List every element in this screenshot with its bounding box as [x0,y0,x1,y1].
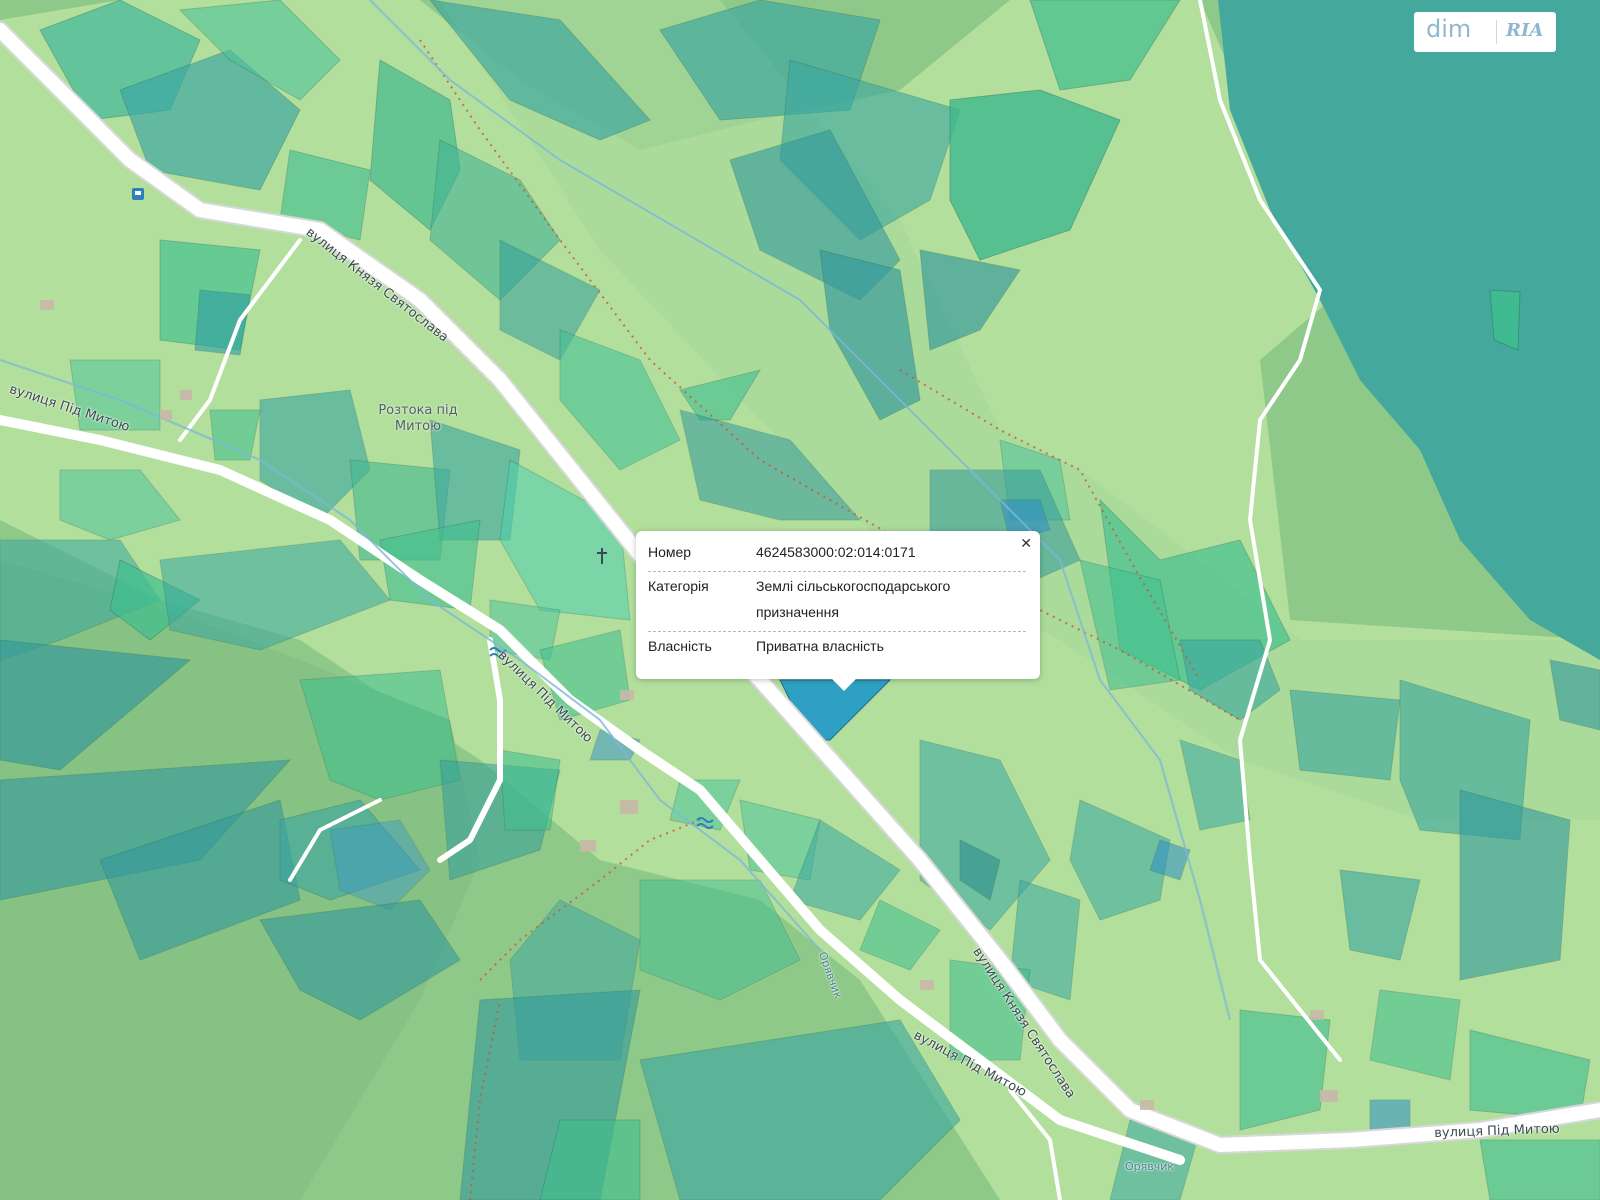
popup-divider [648,631,1026,632]
logo-dim: dim [1426,15,1472,43]
popup-key: Категорія [648,578,709,594]
logo-ria: RIA [1506,20,1544,41]
place-label: Розтока під Митою [368,403,468,435]
close-icon[interactable]: ✕ [1020,535,1032,552]
parcel-info-popup: ✕ Номер 4624583000:02:014:0171 Категорія… [636,531,1040,691]
popup-key: Власність [648,638,712,654]
popup-key: Номер [648,544,692,560]
land-category-cont: призначення [756,604,839,620]
place-name: Розтока під Митою [378,403,458,434]
water-label: Орявчик [1125,1160,1175,1173]
dim-ria-logo[interactable]: dim RIA [1414,12,1556,52]
logo-divider [1496,20,1497,44]
ownership-type: Приватна власність [756,638,884,654]
cadastral-number: 4624583000:02:014:0171 [756,544,916,560]
popup-divider [648,571,1026,572]
land-category: Землі сільськогосподарського [756,578,951,594]
bus-stop-icon[interactable] [132,188,144,200]
